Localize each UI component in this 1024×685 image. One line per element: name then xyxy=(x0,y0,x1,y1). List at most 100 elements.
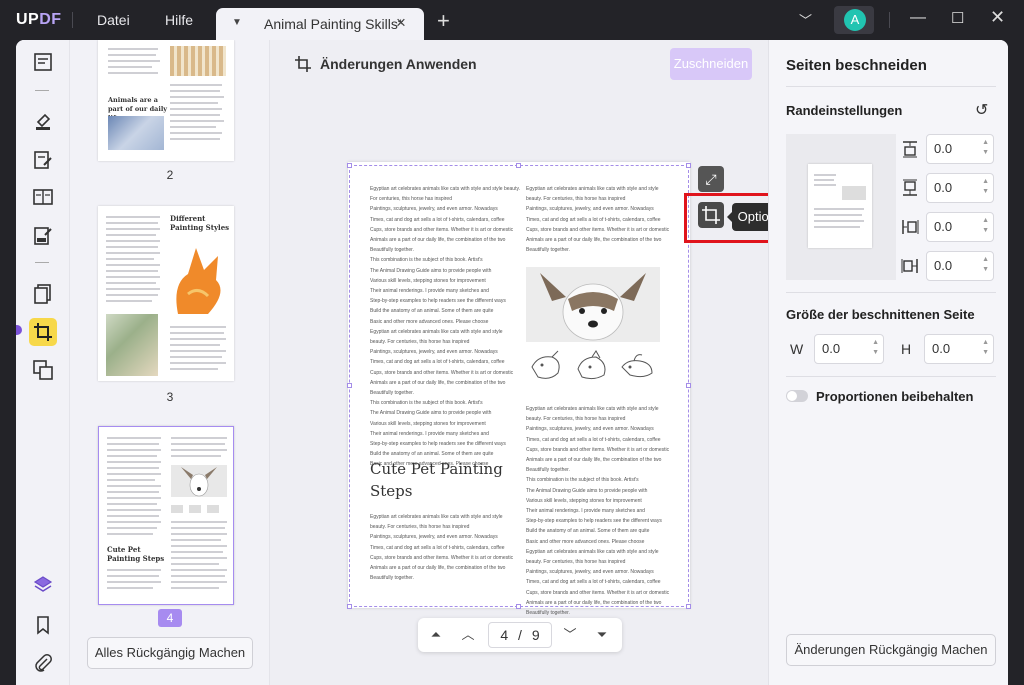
page-navigator: ⏶ ︿ 4 / 9 ﹀ ⏷ xyxy=(418,618,622,652)
dog-sketch xyxy=(577,350,606,380)
next-page-icon[interactable]: ﹀ xyxy=(560,625,580,645)
page-heading: Cute Pet Painting Steps xyxy=(370,460,503,500)
crop-handle-top-left[interactable] xyxy=(347,163,352,168)
new-tab-icon[interactable]: + xyxy=(437,8,450,34)
crop-handle-top-right[interactable] xyxy=(686,163,691,168)
undo-all-button[interactable]: Alles Rückgängig Machen xyxy=(87,637,253,669)
layers-icon[interactable] xyxy=(33,575,53,595)
spinner-icon[interactable]: ▲ ▼ xyxy=(872,338,879,358)
document-area: Änderungen Anwenden Zuschneiden Egyptian… xyxy=(270,40,798,685)
chevron-down-icon[interactable]: ﹀ xyxy=(799,10,812,29)
minimize-icon[interactable]: — xyxy=(910,9,926,27)
tab-dropdown-icon[interactable]: ▼ xyxy=(232,17,242,28)
maximize-icon[interactable]: ☐ xyxy=(951,9,964,27)
thumbnail-heading: Different Painting Styles xyxy=(170,214,230,232)
page-number-input[interactable]: 4 / 9 xyxy=(488,622,552,648)
dog-sketch xyxy=(531,350,560,379)
width-label: W xyxy=(790,341,804,357)
form-icon[interactable] xyxy=(33,187,53,207)
reader-icon[interactable] xyxy=(33,52,53,72)
organize-pages-icon[interactable] xyxy=(33,284,53,304)
thumbnail-page-2[interactable]: Animals are a part of our daily life xyxy=(98,40,234,161)
prev-page-icon[interactable]: ︿ xyxy=(458,625,478,645)
panel-divider xyxy=(786,376,996,377)
highlighter-icon[interactable] xyxy=(33,112,53,132)
spinner-icon[interactable]: ▲ ▼ xyxy=(982,338,989,358)
first-page-icon[interactable]: ⏶ xyxy=(426,625,446,645)
crop-handle-top[interactable] xyxy=(516,163,521,168)
fox-painting-image xyxy=(176,248,221,314)
tab-title: Animal Painting Skills* xyxy=(264,16,404,32)
toolbar-divider xyxy=(35,262,49,263)
margin-top-value: 0.0 xyxy=(934,141,953,156)
crop-options-icon[interactable] xyxy=(698,202,724,228)
margin-right-icon xyxy=(901,259,918,273)
margin-settings-label: Randeinstellungen xyxy=(786,103,903,118)
spinner-icon[interactable]: ▲ ▼ xyxy=(982,255,989,275)
height-input[interactable]: 0.0 ▲ ▼ xyxy=(924,334,994,364)
page-left-column: Egyptian art celebrates animals like cat… xyxy=(370,184,520,470)
thumbnail-number: 2 xyxy=(166,168,174,182)
thumbnail-number-selected: 4 xyxy=(158,609,182,627)
preview-page xyxy=(808,164,872,248)
crop-handle-bottom-right[interactable] xyxy=(686,604,691,609)
spinner-icon[interactable]: ▲ ▼ xyxy=(982,138,989,158)
toolbar-divider xyxy=(35,90,49,91)
crop-tool-icon[interactable] xyxy=(29,318,57,346)
window-close-icon[interactable]: ✕ xyxy=(990,7,1005,28)
page-right-top-text: Egyptian art celebrates animals like cat… xyxy=(526,186,670,254)
crop-handle-left[interactable] xyxy=(347,383,352,388)
page-right-top: Egyptian art celebrates animals like cat… xyxy=(526,184,676,255)
dog-photo-thumb xyxy=(171,465,227,497)
fullscreen-icon[interactable]: ⤢ xyxy=(698,166,724,192)
reset-icon[interactable]: ↺ xyxy=(975,100,988,120)
height-value: 0.0 xyxy=(932,341,951,356)
crop-button[interactable]: Zuschneiden xyxy=(670,48,752,80)
avatar[interactable]: A xyxy=(834,6,874,34)
thumbnail-page-3[interactable]: Different Painting Styles xyxy=(98,206,234,381)
keep-proportions-toggle[interactable] xyxy=(786,390,808,402)
tab-close-icon[interactable]: × xyxy=(396,13,406,33)
document-tab[interactable]: ▼ Animal Painting Skills* × xyxy=(216,8,424,40)
margin-left-value: 0.0 xyxy=(934,219,953,234)
keep-proportions-label: Proportionen beibehalten xyxy=(816,389,974,404)
crop-handle-right[interactable] xyxy=(686,383,691,388)
width-value: 0.0 xyxy=(822,341,841,356)
crop-handle-bottom-left[interactable] xyxy=(347,604,352,609)
menu-hilfe[interactable]: Hilfe xyxy=(165,12,193,28)
crop-preview xyxy=(786,134,896,280)
margin-top-input[interactable]: 0.0 ▲ ▼ xyxy=(926,134,994,164)
brushes-image xyxy=(170,46,226,76)
collapse-handle[interactable] xyxy=(16,325,22,335)
margin-right-input[interactable]: 0.0 ▲ ▼ xyxy=(926,251,994,281)
thumbnail-number: 3 xyxy=(166,390,174,404)
menu-datei[interactable]: Datei xyxy=(97,12,130,28)
pdf-page: Egyptian art celebrates animals like cat… xyxy=(348,162,690,616)
dog-photo xyxy=(526,267,660,342)
crop-handle-bottom[interactable] xyxy=(516,604,521,609)
apply-changes-button[interactable]: Änderungen Anwenden xyxy=(320,56,477,72)
sign-icon[interactable] xyxy=(33,226,53,246)
title-bar: UPDF Datei Hilfe ▼ Animal Painting Skill… xyxy=(0,0,1024,40)
current-page: 4 xyxy=(500,627,509,643)
page-left-bottom: Egyptian art celebrates animals like cat… xyxy=(370,512,520,583)
width-input[interactable]: 0.0 ▲ ▼ xyxy=(814,334,884,364)
convert-icon[interactable] xyxy=(33,360,53,380)
margin-bottom-value: 0.0 xyxy=(934,180,953,195)
last-page-icon[interactable]: ⏷ xyxy=(592,625,612,645)
bookmark-icon[interactable] xyxy=(33,615,53,635)
height-label: H xyxy=(901,341,912,357)
thumbnail-page-4[interactable]: Cute Pet Painting Steps xyxy=(98,426,234,605)
spinner-icon[interactable]: ▲ ▼ xyxy=(982,216,989,236)
attachment-icon[interactable] xyxy=(33,653,53,673)
title-divider xyxy=(889,12,890,28)
page-right-bottom-text: Egyptian art celebrates animals like cat… xyxy=(526,406,670,617)
crop-apply-icon[interactable] xyxy=(294,55,312,73)
undo-changes-button[interactable]: Änderungen Rückgängig Machen xyxy=(786,634,996,666)
page-left-bottom-text: Egyptian art celebrates animals like cat… xyxy=(370,514,514,582)
brushes-photo xyxy=(106,314,158,376)
margin-bottom-input[interactable]: 0.0 ▲ ▼ xyxy=(926,173,994,203)
margin-left-input[interactable]: 0.0 ▲ ▼ xyxy=(926,212,994,242)
spinner-icon[interactable]: ▲ ▼ xyxy=(982,177,989,197)
edit-text-icon[interactable] xyxy=(33,150,53,170)
